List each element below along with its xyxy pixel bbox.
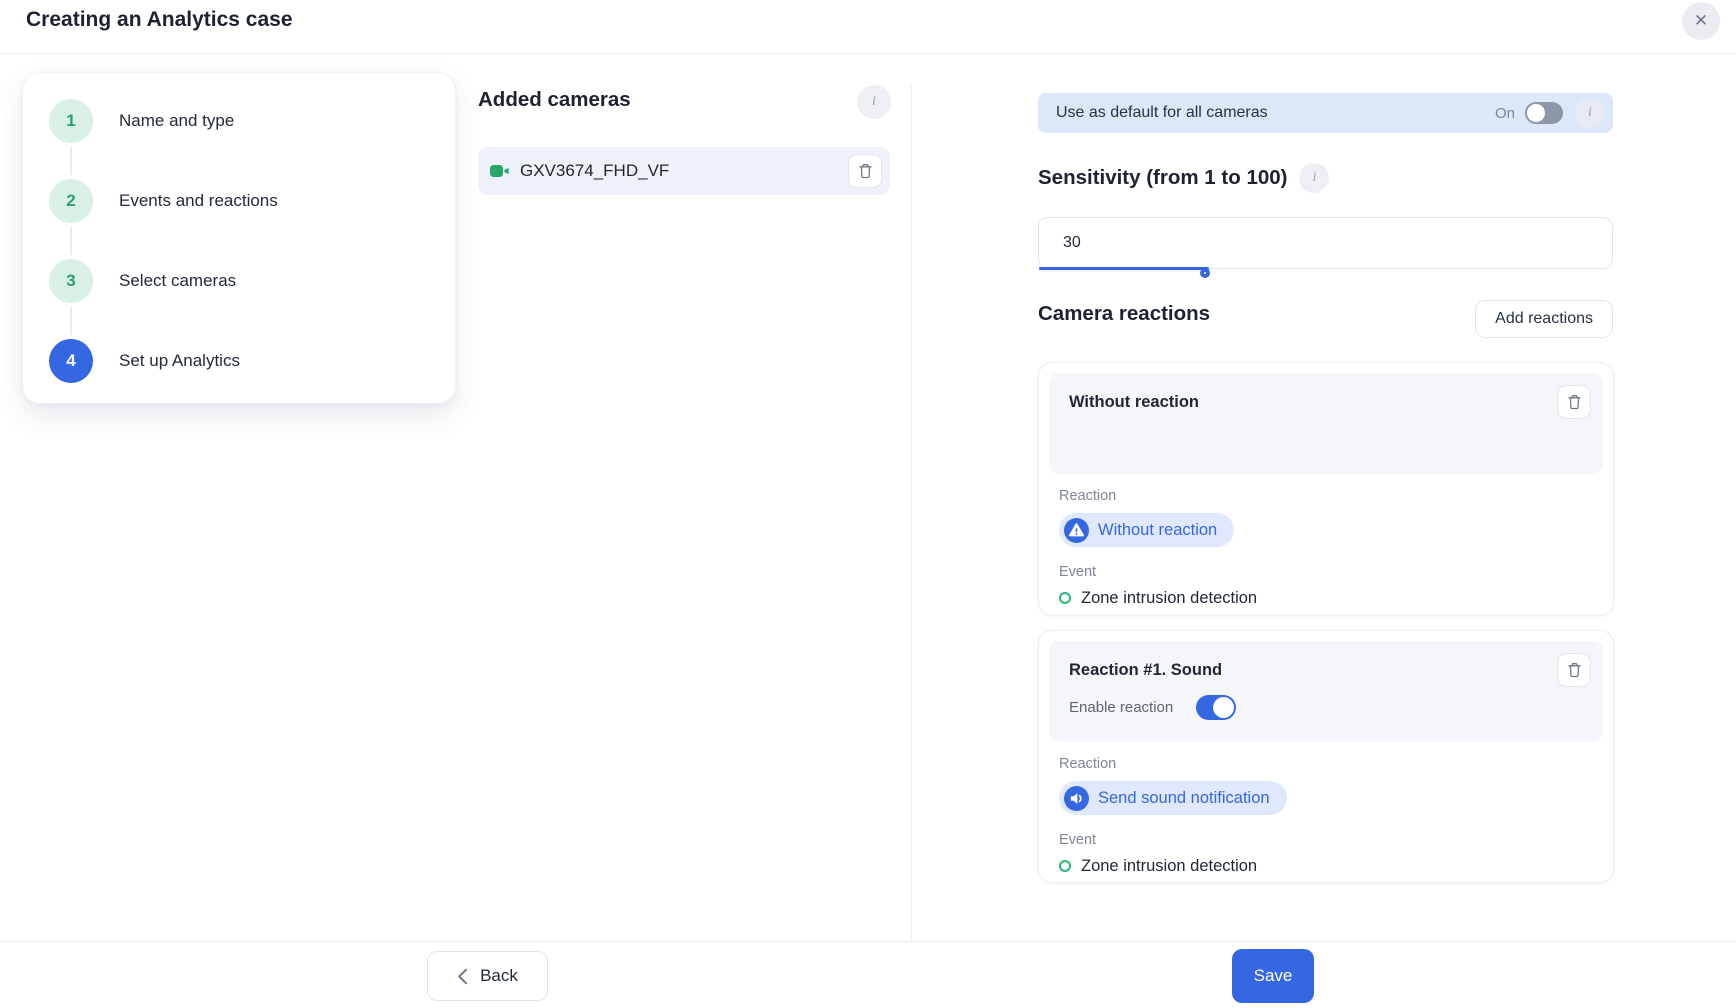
sensitivity-heading-row: Sensitivity (from 1 to 100) i	[1038, 163, 1329, 193]
reaction-chip-label: Without reaction	[1098, 521, 1217, 540]
added-cameras-info-button[interactable]: i	[857, 85, 891, 119]
reaction-card-sound: Reaction #1. Sound Enable reaction	[1038, 630, 1614, 883]
added-cameras-heading: Added cameras	[478, 88, 631, 112]
reaction-field-label: Reaction	[1059, 488, 1603, 504]
camera-list-item: GXV3674_FHD_VF	[478, 147, 890, 195]
speaker-icon	[1064, 786, 1089, 811]
sensitivity-slider-track	[1039, 267, 1209, 270]
warning-icon	[1064, 518, 1089, 543]
close-icon: ✕	[1694, 11, 1708, 30]
step-select-cameras[interactable]: 3 Select cameras	[49, 259, 236, 303]
event-row: Zone intrusion detection	[1059, 857, 1603, 876]
step-label: Events and reactions	[119, 191, 278, 211]
wizard-stepper: 1 Name and type 2 Events and reactions 3…	[22, 72, 456, 404]
trash-icon	[1567, 662, 1582, 678]
back-button-label: Back	[480, 966, 518, 986]
step-label: Set up Analytics	[119, 351, 240, 371]
reaction-field-label: Reaction	[1059, 756, 1603, 772]
sensitivity-input[interactable]	[1039, 218, 1612, 268]
delete-reaction-button[interactable]	[1557, 385, 1591, 419]
vertical-divider	[911, 85, 912, 941]
reaction-card-without-reaction: Without reaction Reaction	[1038, 362, 1614, 616]
reaction-card-title: Reaction #1. Sound	[1069, 661, 1583, 680]
event-status-icon	[1059, 860, 1071, 872]
sensitivity-field	[1038, 217, 1613, 269]
toggle-knob	[1213, 697, 1234, 718]
close-button[interactable]: ✕	[1682, 2, 1720, 40]
step-connector	[70, 147, 72, 175]
step-connector	[70, 227, 72, 255]
chevron-left-icon	[457, 968, 468, 985]
add-reactions-button[interactable]: Add reactions	[1475, 300, 1613, 338]
dialog-footer: Back Save	[0, 941, 1736, 1008]
step-set-up-analytics[interactable]: 4 Set up Analytics	[49, 339, 240, 383]
toggle-knob	[1527, 104, 1545, 122]
analytics-settings-panel: Use as default for all cameras On i Sens…	[1038, 0, 1613, 941]
step-number-badge: 2	[49, 179, 93, 223]
reaction-card-header: Reaction #1. Sound Enable reaction	[1049, 641, 1603, 742]
use-as-default-row: Use as default for all cameras On i	[1038, 93, 1613, 133]
use-as-default-toggle[interactable]	[1525, 102, 1563, 124]
use-as-default-label: Use as default for all cameras	[1056, 104, 1268, 122]
event-name: Zone intrusion detection	[1081, 857, 1257, 876]
step-number-badge: 1	[49, 99, 93, 143]
analytics-case-dialog: Creating an Analytics case ✕ 1 Name and …	[0, 0, 1736, 1008]
enable-reaction-label: Enable reaction	[1069, 699, 1173, 716]
event-field-label: Event	[1059, 832, 1603, 848]
event-row: Zone intrusion detection	[1059, 589, 1603, 608]
step-events-and-reactions[interactable]: 2 Events and reactions	[49, 179, 278, 223]
step-number-badge-active: 4	[49, 339, 93, 383]
camera-reactions-heading: Camera reactions	[1038, 302, 1210, 326]
delete-reaction-button[interactable]	[1557, 653, 1591, 687]
reaction-card-header: Without reaction	[1049, 373, 1603, 474]
use-as-default-info-button[interactable]: i	[1575, 98, 1605, 128]
camera-icon	[490, 164, 510, 178]
step-connector	[70, 307, 72, 335]
info-icon: i	[1313, 170, 1317, 185]
camera-name: GXV3674_FHD_VF	[520, 161, 669, 181]
back-button[interactable]: Back	[427, 951, 548, 1001]
step-number-badge: 3	[49, 259, 93, 303]
step-label: Name and type	[119, 111, 234, 131]
trash-icon	[858, 163, 873, 179]
event-field-label: Event	[1059, 564, 1603, 580]
info-icon: i	[1588, 105, 1592, 120]
page-title: Creating an Analytics case	[26, 0, 293, 40]
reaction-chip-label: Send sound notification	[1098, 789, 1270, 808]
enable-reaction-row: Enable reaction	[1069, 695, 1583, 720]
reaction-card-title: Without reaction	[1069, 393, 1583, 412]
reaction-chip-without-reaction[interactable]: Without reaction	[1059, 513, 1234, 547]
sensitivity-info-button[interactable]: i	[1299, 163, 1329, 193]
step-label: Select cameras	[119, 271, 236, 291]
enable-reaction-toggle[interactable]	[1196, 695, 1236, 720]
remove-camera-button[interactable]	[848, 154, 882, 188]
trash-icon	[1567, 394, 1582, 410]
sensitivity-slider-handle[interactable]	[1200, 268, 1210, 278]
info-icon: i	[872, 94, 876, 109]
toggle-state-label: On	[1495, 105, 1515, 122]
step-name-and-type[interactable]: 1 Name and type	[49, 99, 234, 143]
event-status-icon	[1059, 592, 1071, 604]
sensitivity-heading: Sensitivity (from 1 to 100)	[1038, 166, 1287, 190]
reaction-chip-sound-notification[interactable]: Send sound notification	[1059, 781, 1287, 815]
save-button[interactable]: Save	[1232, 949, 1314, 1003]
event-name: Zone intrusion detection	[1081, 589, 1257, 608]
